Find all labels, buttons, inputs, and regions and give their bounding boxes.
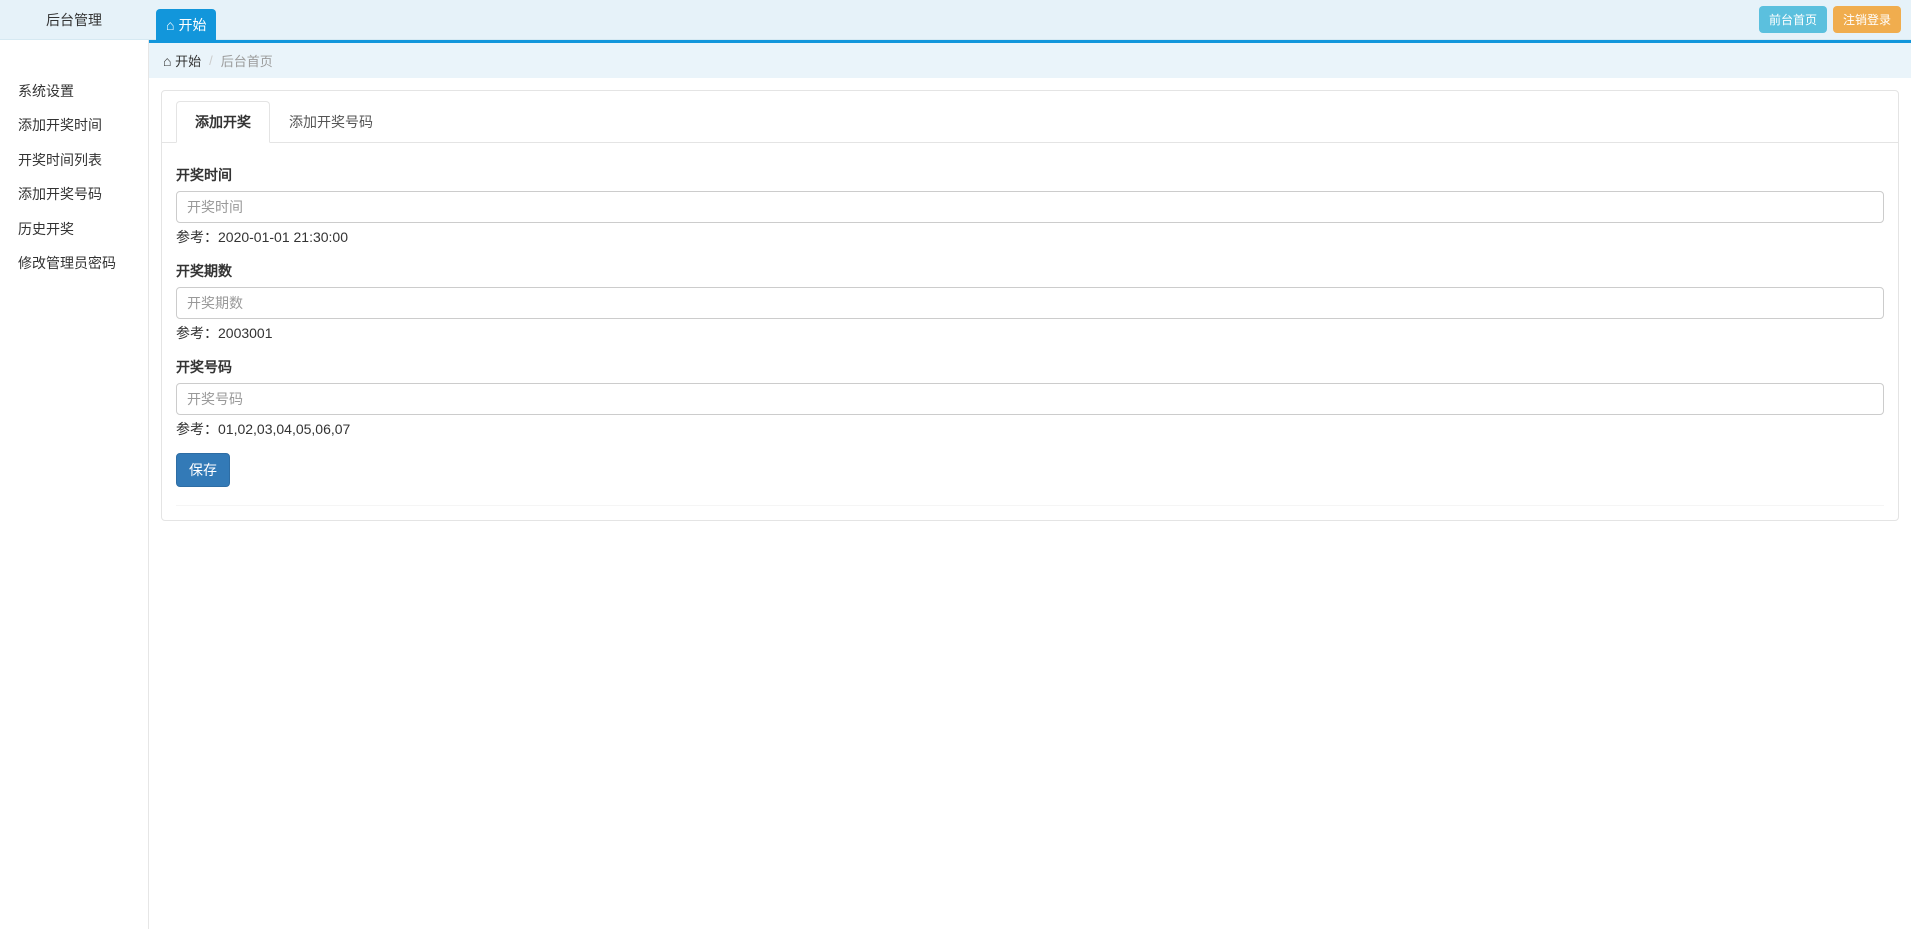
panel: 添加开奖 添加开奖号码 开奖时间 参考：2020-01-01 21:30:00 … xyxy=(161,90,1899,521)
form-group-time: 开奖时间 参考：2020-01-01 21:30:00 xyxy=(176,165,1884,247)
sidebar-item-system-settings[interactable]: 系统设置 xyxy=(0,74,148,108)
breadcrumb-start-label: 开始 xyxy=(175,54,201,69)
time-label: 开奖时间 xyxy=(176,165,1884,185)
front-home-button[interactable]: 前台首页 xyxy=(1759,6,1827,33)
number-help: 参考：01,02,03,04,05,06,07 xyxy=(176,419,1884,439)
panel-footer-line xyxy=(176,505,1884,506)
tab-add-lottery[interactable]: 添加开奖 xyxy=(176,101,270,143)
main: 开始 / 后台首页 添加开奖 添加开奖号码 开奖时间 参考：2020-01-01… xyxy=(148,40,1911,929)
time-input[interactable] xyxy=(176,191,1884,223)
period-input[interactable] xyxy=(176,287,1884,319)
sidebar-item-add-lottery-time[interactable]: 添加开奖时间 xyxy=(0,108,148,142)
sidebar-item-add-lottery-number[interactable]: 添加开奖号码 xyxy=(0,177,148,211)
sidebar-item-lottery-time-list[interactable]: 开奖时间列表 xyxy=(0,143,148,177)
topbar: 后台管理 开始 前台首页 注销登录 xyxy=(0,0,1911,40)
layout: 系统设置 添加开奖时间 开奖时间列表 添加开奖号码 历史开奖 修改管理员密码 开… xyxy=(0,40,1911,929)
top-actions: 前台首页 注销登录 xyxy=(1759,6,1901,33)
number-label: 开奖号码 xyxy=(176,357,1884,377)
sidebar-item-history-lottery[interactable]: 历史开奖 xyxy=(0,212,148,246)
sidebar-item-change-admin-password[interactable]: 修改管理员密码 xyxy=(0,246,148,280)
sidebar: 系统设置 添加开奖时间 开奖时间列表 添加开奖号码 历史开奖 修改管理员密码 xyxy=(0,40,148,929)
form-group-period: 开奖期数 参考：2003001 xyxy=(176,261,1884,343)
panel-body: 开奖时间 参考：2020-01-01 21:30:00 开奖期数 参考：2003… xyxy=(162,143,1898,520)
breadcrumb-current: 后台首页 xyxy=(221,51,273,70)
home-icon xyxy=(163,54,171,69)
breadcrumb-start[interactable]: 开始 xyxy=(163,51,201,70)
time-help: 参考：2020-01-01 21:30:00 xyxy=(176,227,1884,247)
brand: 后台管理 xyxy=(0,0,148,40)
top-tab-start[interactable]: 开始 xyxy=(156,9,216,41)
save-button[interactable]: 保存 xyxy=(176,453,230,487)
top-tab-label: 开始 xyxy=(178,15,206,35)
number-input[interactable] xyxy=(176,383,1884,415)
top-tab-wrap: 开始 xyxy=(148,0,1911,40)
form-group-number: 开奖号码 参考：01,02,03,04,05,06,07 xyxy=(176,357,1884,439)
home-icon xyxy=(166,17,174,33)
period-help: 参考：2003001 xyxy=(176,323,1884,343)
logout-button[interactable]: 注销登录 xyxy=(1833,6,1901,33)
tab-add-lottery-number[interactable]: 添加开奖号码 xyxy=(270,101,392,143)
panel-tabs: 添加开奖 添加开奖号码 xyxy=(162,91,1898,143)
breadcrumb: 开始 / 后台首页 xyxy=(149,43,1911,78)
breadcrumb-separator: / xyxy=(209,53,213,68)
period-label: 开奖期数 xyxy=(176,261,1884,281)
